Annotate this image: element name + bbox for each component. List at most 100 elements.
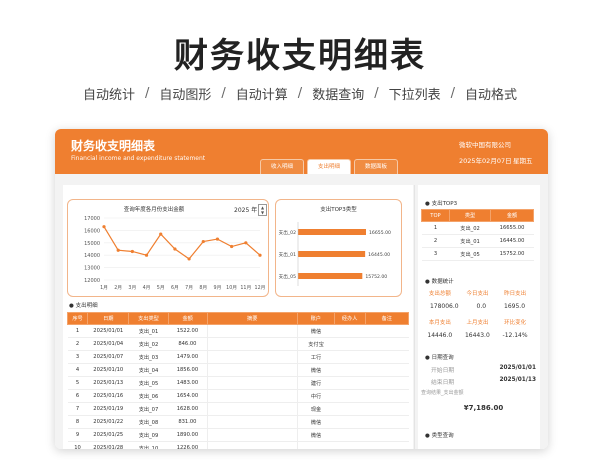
feature-item: 自动统计 xyxy=(82,88,135,103)
cell-type: 支出_09 xyxy=(128,428,169,442)
table-row[interactable]: 8 2025/01/22 支出_08 831.00 微信 xyxy=(67,415,409,429)
sheet-title: 财务收支明细表 xyxy=(71,139,156,153)
start-date-input[interactable]: 2025/01/01 xyxy=(499,365,536,377)
x-tick-label: 11月 xyxy=(240,285,251,291)
col-index: 序号 xyxy=(66,312,89,325)
table-row[interactable]: 9 2025/01/25 支出_09 1890.00 微信 xyxy=(67,428,409,442)
cell-type: 支出_01 xyxy=(128,324,169,338)
end-date-input[interactable]: 2025/01/13 xyxy=(499,377,536,389)
table-body: 1 2025/01/01 支出_01 1522.00 微信 2 2025/01/04 支出_0… xyxy=(67,324,409,449)
table-row[interactable]: 6 2025/01/16 支出_06 1654.00 中行 xyxy=(67,389,409,403)
cell-summary xyxy=(206,428,298,442)
x-tick-label: 7月 xyxy=(185,285,193,291)
cell-date: 2025/01/25 xyxy=(87,428,129,442)
cell-type: 支出_04 xyxy=(128,363,169,377)
hero-title: 财务收支明细表 xyxy=(174,36,426,76)
feature-item: 数据查询 xyxy=(312,88,365,103)
stat-value: 1695.0 xyxy=(504,303,526,310)
sheet-subtitle: Financial income and expenditure stateme… xyxy=(71,155,206,162)
tab-expense-detail[interactable]: 支出明细 xyxy=(307,159,351,174)
stat-label: 上月支出 xyxy=(466,320,489,326)
stat-label: 昨日支出 xyxy=(504,291,527,297)
tab-data-panel[interactable]: 数据面板 xyxy=(354,159,398,174)
cell-summary xyxy=(206,324,298,338)
table-row[interactable]: 5 2025/01/13 支出_05 1483.00 建行 xyxy=(67,376,409,390)
cell-amount: 1890.00 xyxy=(168,428,208,442)
table-row[interactable]: 3 2025/01/07 支出_03 1479.00 工行 xyxy=(67,350,409,364)
cell-rank: 3 xyxy=(421,247,450,261)
col-amount: 金额 xyxy=(490,209,534,222)
x-tick-label: 12月 xyxy=(255,285,266,291)
cell-rank: 1 xyxy=(421,221,450,235)
tab-income-detail[interactable]: 收入明细 xyxy=(260,159,304,174)
cell-remark xyxy=(365,415,409,429)
y-tick-label: 16000 xyxy=(84,228,100,234)
cell-account: 微信 xyxy=(297,415,335,429)
feature-separator: / xyxy=(144,86,150,101)
category-label: 支出_05 xyxy=(279,273,296,280)
cell-remark xyxy=(365,350,409,364)
cell-remark xyxy=(365,441,409,449)
bar xyxy=(298,251,366,257)
cell-handler xyxy=(334,376,366,390)
table-row[interactable]: 1 2025/01/01 支出_01 1522.00 微信 xyxy=(67,324,409,338)
feature-item: 自动计算 xyxy=(235,88,288,103)
col-summary: 摘要 xyxy=(206,312,298,325)
cell-amount: 1479.00 xyxy=(168,350,208,364)
cell-date: 2025/01/28 xyxy=(87,441,129,449)
monthly-expense-chart: 查询年度各月份支出金额 2025 年 ▲ ▼ 12000 13000 14000 15… xyxy=(67,199,269,297)
cell-amount: 16655.00 xyxy=(490,221,534,235)
x-tick-label: 9月 xyxy=(214,285,222,291)
y-tick-label: 13000 xyxy=(84,266,100,272)
date-query-form: 开始日期 2025/01/01 结束日期 2025/01/13 查询结果_支出金… xyxy=(421,365,536,412)
col-top: TOP xyxy=(421,209,450,222)
cell-remark xyxy=(365,428,409,442)
col-date: 日期 xyxy=(87,312,130,325)
stat-label: 支出总额 xyxy=(428,291,451,297)
end-date-label: 结束日期 xyxy=(431,380,455,386)
table-row[interactable]: 2 2025/01/04 支出_02 846.00 支付宝 xyxy=(67,337,409,351)
bar-value-label: 16445.00 xyxy=(368,252,390,258)
table-row[interactable]: 4 2025/01/10 支出_04 1856.00 微信 xyxy=(67,363,409,377)
start-date-row: 开始日期 2025/01/01 xyxy=(431,365,536,377)
cell-remark xyxy=(365,337,409,351)
cell-rank: 2 xyxy=(421,234,450,248)
col-type: 支出类型 xyxy=(128,312,169,325)
cell-amount: 1654.00 xyxy=(168,389,208,403)
stat-value: -12.14% xyxy=(502,332,528,339)
cell-remark xyxy=(365,376,409,390)
cell-handler xyxy=(334,402,366,416)
data-point xyxy=(144,253,149,257)
col-type: 类型 xyxy=(448,209,492,222)
cell-index: 2 xyxy=(67,337,88,351)
table-row[interactable]: 7 2025/01/19 支出_07 1628.00 现金 xyxy=(67,402,409,416)
cell-remark xyxy=(365,402,409,416)
stat-value: 0.0 xyxy=(476,303,487,310)
x-tick-label: 2月 xyxy=(114,285,122,291)
cell-account: 工行 xyxy=(297,350,335,364)
cell-date: 2025/01/04 xyxy=(87,337,129,351)
cell-index: 4 xyxy=(67,363,88,377)
company-name: 微软中国有限公司 xyxy=(459,141,511,149)
cell-index: 5 xyxy=(67,376,88,390)
stats-label-row: 支出总额 今日支出 昨日支出 xyxy=(421,289,534,297)
cell-amount: 1856.00 xyxy=(168,363,208,377)
stats-grid: 支出总额 今日支出 昨日支出 178006.0 0.0 1695.0 本月支出 … xyxy=(421,289,534,339)
cell-type: 支出_03 xyxy=(128,350,169,364)
feature-separator: / xyxy=(450,86,455,101)
data-point xyxy=(102,225,106,229)
data-point xyxy=(201,239,205,244)
cell-handler xyxy=(334,415,366,429)
cell-remark xyxy=(365,363,409,377)
top3-section-title: ● 支出TOP3 xyxy=(425,201,458,207)
feature-list: 自动统计 / 自动图形 / 自动计算 / 数据查询 / 下拉列表 / 自动格式 xyxy=(0,84,600,103)
stat-label: 今日支出 xyxy=(466,291,489,297)
spreadsheet-preview: 财务收支明细表 Financial income and expenditure… xyxy=(55,129,548,449)
y-tick-label: 14000 xyxy=(84,253,100,259)
y-tick-label: 12000 xyxy=(84,278,100,284)
table-row[interactable]: 10 2025/01/28 支出_10 1226.00 xyxy=(67,441,409,449)
table-row: 2 支出_01 16445.00 xyxy=(421,234,534,248)
table-body: 1 支出_02 16655.00 2 支出_01 16445.00 3 支出_05 15752.… xyxy=(421,221,534,261)
table-row: 3 支出_05 15752.00 xyxy=(421,247,534,261)
cell-handler xyxy=(334,428,366,442)
